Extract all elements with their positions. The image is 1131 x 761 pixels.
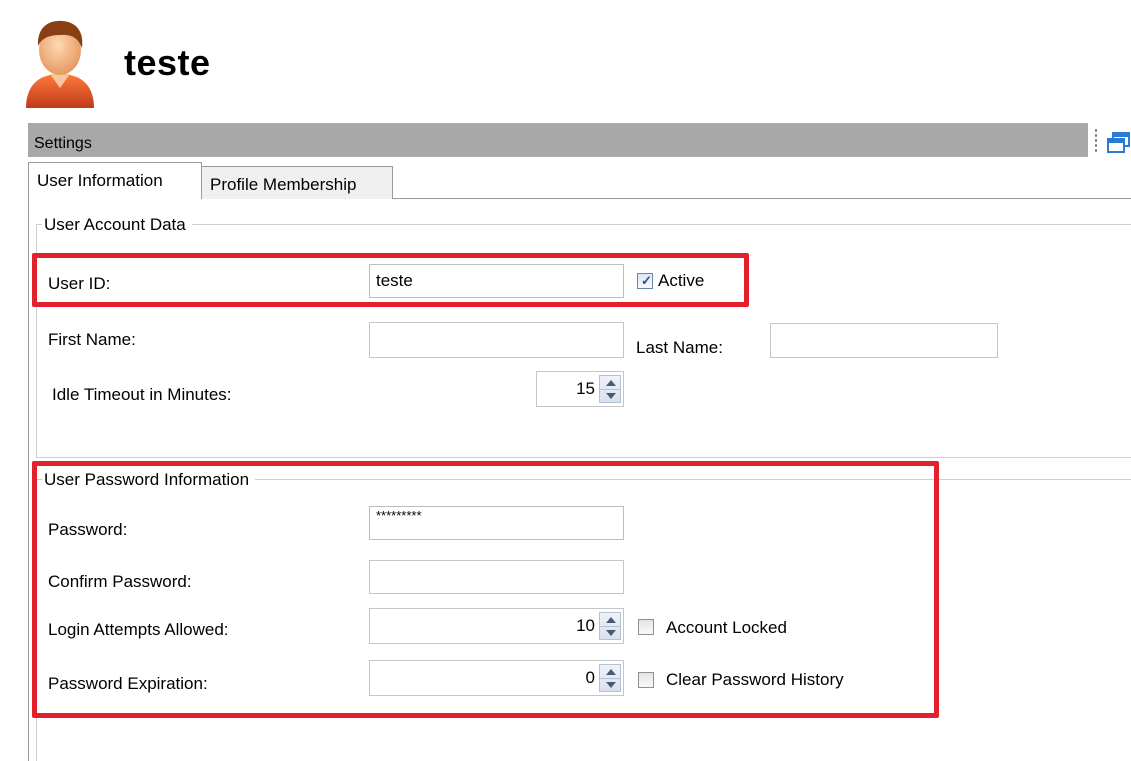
idle-timeout-label: Idle Timeout in Minutes: bbox=[52, 385, 232, 404]
page-title: teste bbox=[124, 42, 211, 83]
last-name-label: Last Name: bbox=[636, 338, 723, 357]
tab-user-information[interactable]: User Information bbox=[28, 162, 202, 199]
restore-window-icon[interactable] bbox=[1106, 130, 1131, 154]
first-name-label: First Name: bbox=[48, 330, 136, 349]
idle-timeout-value: 15 bbox=[576, 379, 595, 398]
last-name-input[interactable] bbox=[770, 323, 998, 358]
user-id-highlight-box bbox=[32, 253, 749, 307]
user-account-data-legend: User Account Data bbox=[42, 215, 192, 235]
spin-buttons-icon[interactable] bbox=[599, 375, 621, 403]
settings-header-bar: Settings bbox=[28, 123, 1088, 157]
settings-title: Settings bbox=[34, 135, 92, 152]
password-section-highlight-box bbox=[32, 461, 939, 718]
idle-timeout-stepper[interactable]: 15 bbox=[536, 371, 624, 407]
first-name-input[interactable] bbox=[369, 322, 624, 358]
user-avatar-icon bbox=[22, 18, 98, 110]
toolbar-grip[interactable] bbox=[1094, 128, 1098, 152]
tab-profile-membership[interactable]: Profile Membership bbox=[201, 166, 393, 199]
